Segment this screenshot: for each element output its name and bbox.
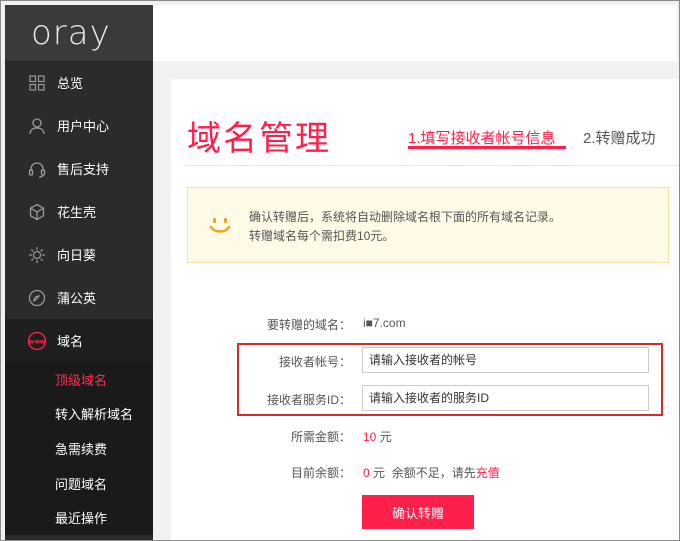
balance-unit: 元: [373, 466, 386, 480]
sidebar-item-label: 用户中心: [57, 119, 110, 134]
headset-icon: [27, 159, 47, 179]
sidebar-item-dandelion[interactable]: 蒲公英: [5, 276, 153, 319]
grid-icon: [27, 73, 47, 93]
balance-label: 目前余额：: [290, 466, 351, 480]
svg-text:www: www: [29, 338, 46, 345]
dandelion-icon: [27, 288, 47, 308]
notice-box: 确认转赠后，系统将自动删除域名根下面的所有域名记录。 转赠域名每个需扣费10元。: [187, 187, 669, 263]
submenu-item-transfer-in[interactable]: 转入解析域名: [5, 397, 153, 432]
domain-label: 要转赠的域名：: [266, 318, 351, 332]
step-transfer-success: 2.转赠成功: [583, 130, 656, 147]
user-icon: [27, 116, 47, 136]
sidebar-item-label: 售后支持: [57, 162, 110, 177]
sidebar: oray 总览 用户中心 售后支持 花生壳 向日葵 蒲公英 www 域名 顶级域…: [5, 5, 153, 540]
sidebar-item-domain[interactable]: www 域名: [5, 319, 153, 362]
app-window: oray 总览 用户中心 售后支持 花生壳 向日葵 蒲公英 www 域名 顶级域…: [0, 0, 680, 541]
smiley-icon: [208, 216, 232, 241]
sunflower-icon: [27, 245, 47, 265]
sidebar-item-label: 蒲公英: [57, 291, 97, 306]
submenu-item-top-level-domain[interactable]: 顶级域名: [5, 362, 153, 397]
fee-amount: 10: [363, 430, 377, 444]
receiver-service-id-input[interactable]: [362, 385, 649, 411]
balance-amount: 0: [363, 466, 370, 480]
logo-area[interactable]: oray: [5, 5, 153, 61]
submenu-item-problem-domain[interactable]: 问题域名: [5, 466, 153, 501]
fee-value: 10 元: [363, 428, 392, 445]
notice-line-1: 确认转赠后，系统将自动删除域名根下面的所有域名记录。: [249, 210, 562, 224]
active-step-underline: [408, 146, 566, 149]
recharge-link[interactable]: 充值: [476, 466, 500, 480]
top-bar: [153, 5, 677, 61]
main-content: 域名管理 1.填写接收者帐号信息 2.转赠成功 确认转赠后，系统将自动删除域名根…: [171, 79, 679, 540]
sidebar-item-peanut-shell[interactable]: 花生壳: [5, 190, 153, 233]
oray-logo: oray: [31, 13, 111, 53]
domain-value: i■7.com: [363, 316, 406, 330]
sidebar-item-overview[interactable]: 总览: [5, 61, 153, 104]
balance-value: 0 元 余额不足，请先充值: [363, 464, 500, 481]
fee-label: 所需金额：: [290, 430, 351, 444]
sidebar-item-label: 向日葵: [57, 248, 97, 263]
sidebar-item-support[interactable]: 售后支持: [5, 147, 153, 190]
sidebar-item-label: 域名: [57, 334, 84, 349]
sidebar-item-label: 花生壳: [57, 205, 97, 220]
page-title: 域名管理: [187, 120, 331, 158]
divider: [187, 165, 679, 166]
domain-submenu: 顶级域名 转入解析域名 急需续费 问题域名 最近操作: [5, 362, 153, 535]
confirm-transfer-button[interactable]: 确认转赠: [362, 495, 474, 529]
service-id-label: 接收者服务ID：: [266, 393, 351, 407]
step-fill-receiver-info: 1.填写接收者帐号信息: [408, 130, 556, 147]
sidebar-item-user-center[interactable]: 用户中心: [5, 104, 153, 147]
submenu-item-recent-actions[interactable]: 最近操作: [5, 500, 153, 535]
www-icon: www: [27, 331, 47, 351]
account-label: 接收者帐号：: [278, 355, 351, 369]
sidebar-item-sunflower[interactable]: 向日葵: [5, 233, 153, 276]
receiver-account-input[interactable]: [362, 347, 649, 373]
notice-text: 确认转赠后，系统将自动删除域名根下面的所有域名记录。 转赠域名每个需扣费10元。: [249, 208, 561, 246]
fee-unit: 元: [379, 430, 392, 444]
peanut-icon: [27, 202, 47, 222]
notice-line-2: 转赠域名每个需扣费10元。: [249, 229, 395, 243]
balance-note: 余额不足，请先: [391, 466, 476, 480]
sidebar-item-label: 总览: [57, 76, 84, 91]
submenu-item-urgent-renewal[interactable]: 急需续费: [5, 431, 153, 466]
